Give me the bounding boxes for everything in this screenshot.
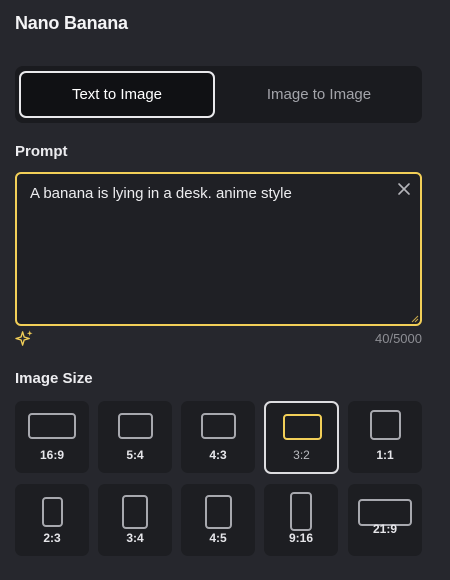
ratio-5-4-icon xyxy=(118,413,153,439)
size-option-4-5[interactable]: 4:5 xyxy=(181,484,255,556)
size-option-1-1[interactable]: 1:1 xyxy=(348,401,422,473)
prompt-label: Prompt xyxy=(15,143,68,160)
character-counter: 40/5000 xyxy=(375,331,422,346)
size-option-label: 16:9 xyxy=(39,448,65,462)
size-option-label: 4:5 xyxy=(209,531,227,545)
size-option-label: 5:4 xyxy=(126,448,144,462)
size-option-label: 21:9 xyxy=(372,522,398,536)
size-option-4-3[interactable]: 4:3 xyxy=(181,401,255,473)
ratio-16-9-icon xyxy=(28,413,76,439)
size-option-label: 9:16 xyxy=(288,531,314,545)
size-option-label: 1:1 xyxy=(376,448,394,462)
size-option-21-9[interactable]: 21:9 xyxy=(348,484,422,556)
ratio-4-3-icon xyxy=(201,413,236,439)
size-option-label: 3:4 xyxy=(126,531,144,545)
ratio-3-2-icon xyxy=(283,414,322,440)
ratio-2-3-icon xyxy=(42,497,63,527)
close-icon[interactable] xyxy=(396,181,412,197)
ratio-1-1-icon xyxy=(370,410,401,440)
sparkle-icon[interactable] xyxy=(15,329,34,348)
size-option-label: 2:3 xyxy=(43,531,61,545)
app-title: Nano Banana xyxy=(15,13,128,33)
size-option-label: 4:3 xyxy=(209,448,227,462)
image-size-label: Image Size xyxy=(15,370,93,387)
size-option-3-4[interactable]: 3:4 xyxy=(98,484,172,556)
resize-handle-icon[interactable] xyxy=(411,315,419,323)
prompt-textarea[interactable]: A banana is lying in a desk. anime style xyxy=(15,172,422,326)
ratio-3-4-icon xyxy=(122,495,148,529)
ratio-9-16-icon xyxy=(290,492,312,531)
tab-text-to-image[interactable]: Text to Image xyxy=(19,71,215,118)
size-option-9-16[interactable]: 9:16 xyxy=(264,484,338,556)
ratio-4-5-icon xyxy=(205,495,232,529)
prompt-text[interactable]: A banana is lying in a desk. anime style xyxy=(30,185,292,202)
size-option-2-3[interactable]: 2:3 xyxy=(15,484,89,556)
mode-tabs: Text to Image Image to Image xyxy=(15,66,422,123)
size-option-5-4[interactable]: 5:4 xyxy=(98,401,172,473)
size-option-3-2[interactable]: 3:2 xyxy=(264,401,339,474)
size-option-16-9[interactable]: 16:9 xyxy=(15,401,89,473)
tab-image-to-image[interactable]: Image to Image xyxy=(221,71,417,118)
size-option-label: 3:2 xyxy=(293,448,310,462)
